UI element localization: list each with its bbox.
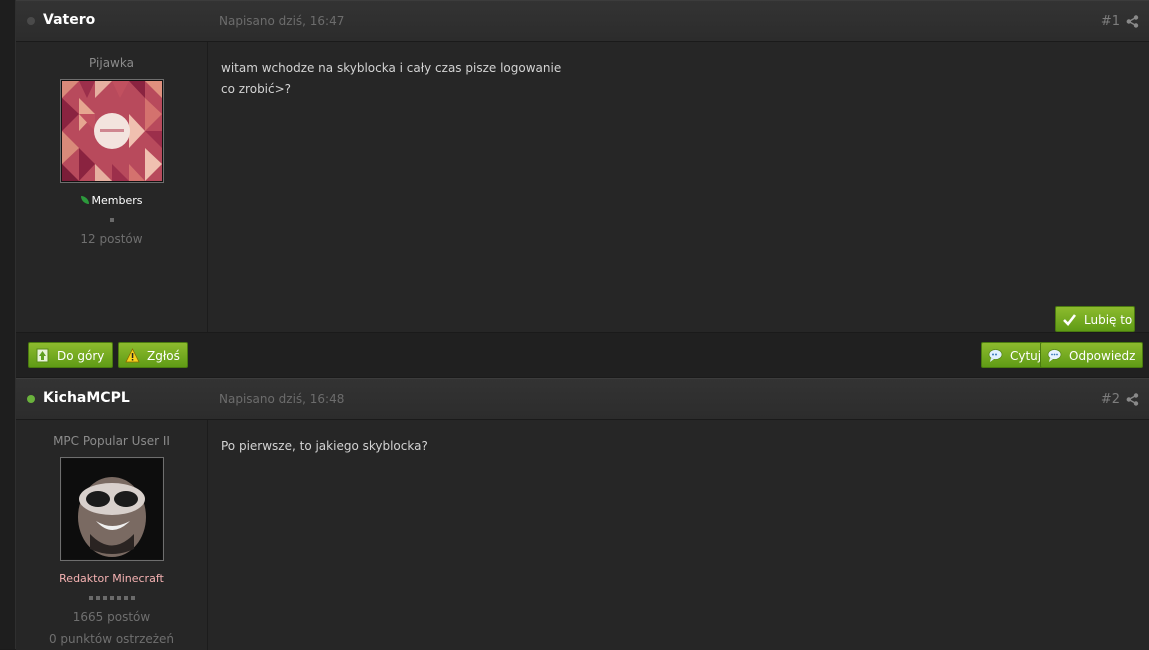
report-label: Zgłoś [147,349,180,363]
reply-bubble-icon [1047,349,1062,362]
avatar-photo-image [61,459,162,559]
post-content: Po pierwsze, to jakiego skyblocka? [208,420,1149,650]
pip [109,596,114,600]
offline-status-icon [27,17,35,25]
like-label: Lubię to [1084,313,1133,327]
page-left-edge [0,0,16,649]
like-button[interactable]: Lubię to [1055,306,1135,332]
online-status-icon [27,395,35,403]
share-icon[interactable] [1126,393,1139,406]
author-info: MPC Popular User II Redaktor Minecraft 1 [16,420,208,650]
author-info: Pijawka Members 12 postów [16,42,208,332]
author-name-link[interactable]: Vatero [43,12,95,28]
pip [102,596,107,600]
member-title: MPC Popular User II [53,434,170,448]
member-title: Pijawka [89,56,134,70]
quote-bubble-icon [988,349,1003,362]
warning-icon [125,348,140,363]
pip [95,596,100,600]
member-group-label: Members [91,194,143,207]
checkmark-icon [1063,314,1077,326]
reply-button[interactable]: Odpowiedz [1040,342,1143,368]
warning-points[interactable]: 0 punktów ostrzeżeń [16,632,207,646]
avatar-pattern-image [61,81,162,181]
post-text-line: witam wchodze na skyblocka i cały czas p… [221,61,562,75]
pip [123,596,128,600]
post-text: Po pierwsze, to jakiego skyblocka? [221,436,428,457]
author-name-link[interactable]: KichaMCPL [43,390,130,406]
share-icon[interactable] [1126,15,1139,28]
back-to-top-button[interactable]: Do góry [28,342,113,368]
post-body: Pijawka Members 12 postów witam wchodze … [16,42,1149,332]
pip [116,596,121,600]
pip [109,218,114,222]
report-button[interactable]: Zgłoś [118,342,188,368]
arrow-up-page-icon [36,348,49,363]
post-body: MPC Popular User II Redaktor Minecraft 1 [16,420,1149,650]
post-count: 1665 postów [72,610,151,624]
avatar[interactable] [59,79,164,183]
post-text: witam wchodze na skyblocka i cały czas p… [221,58,561,100]
pip [88,596,93,600]
back-to-top-label: Do góry [57,349,105,363]
member-group: Members [16,194,207,207]
post-number-link[interactable]: #1 [1101,14,1120,29]
post-text-line: co zrobić>? [221,82,292,96]
member-group-label: Redaktor Minecraft [59,572,164,585]
avatar[interactable] [59,457,164,561]
member-group: Redaktor Minecraft [16,572,207,585]
post-date: Napisano dziś, 16:48 [219,392,345,406]
post-header: KichaMCPL Napisano dziś, 16:48 #2 [16,378,1149,420]
post-header: Vatero Napisano dziś, 16:47 #1 [16,0,1149,42]
reputation-pips [16,593,207,600]
post-text-line: Po pierwsze, to jakiego skyblocka? [221,439,428,453]
pip [130,596,135,600]
post-number-link[interactable]: #2 [1101,392,1120,407]
reputation-pips [16,215,207,222]
leaf-icon [80,196,89,204]
post-content: witam wchodze na skyblocka i cały czas p… [208,42,1149,332]
post-count: 12 postów [80,232,143,246]
post-date: Napisano dziś, 16:47 [219,14,345,28]
post-2: KichaMCPL Napisano dziś, 16:48 #2 MPC Po… [16,378,1149,650]
quote-label: Cytuj [1010,349,1042,363]
post-actions-bar: Do góry Zgłoś Cytuj Odpowiedz [16,332,1149,377]
reply-label: Odpowiedz [1069,349,1136,363]
post-1: Vatero Napisano dziś, 16:47 #1 Pijawka M… [16,0,1149,377]
